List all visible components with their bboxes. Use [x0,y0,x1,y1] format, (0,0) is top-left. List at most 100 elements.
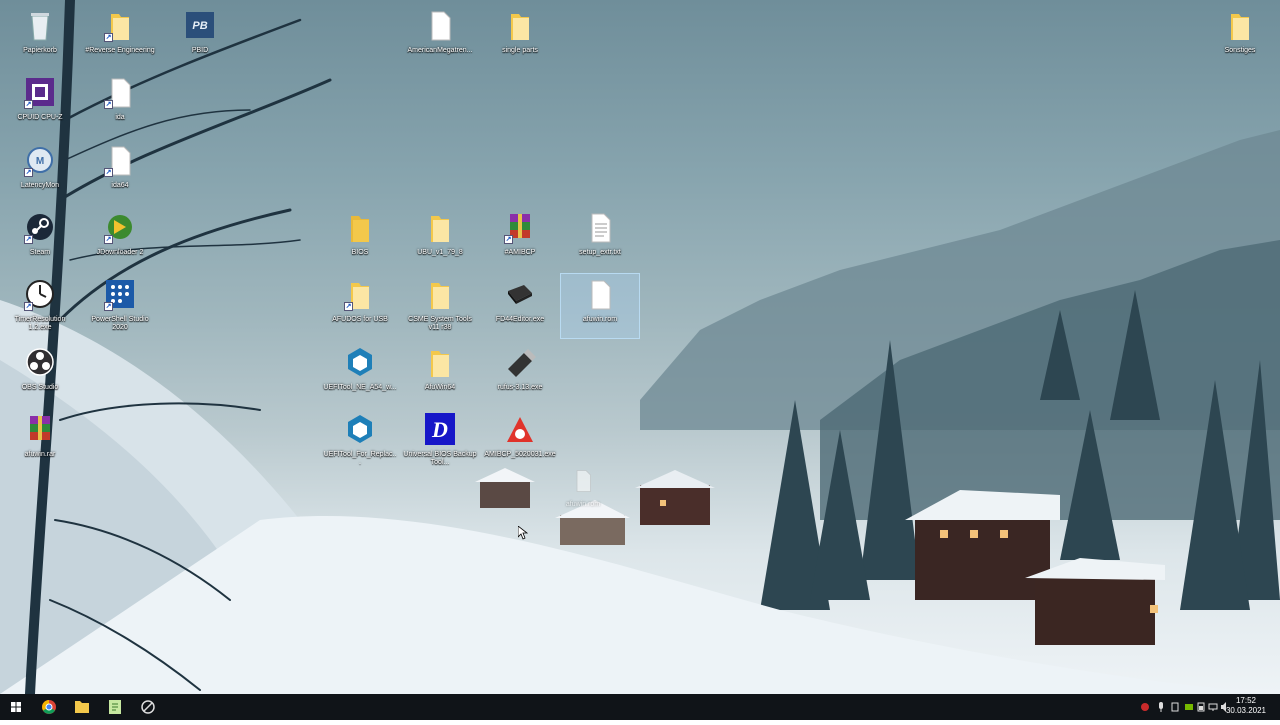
icon-label: JDownloader 2 [96,249,144,256]
file-icon [420,8,460,44]
icon-label: Steam [29,249,51,256]
desktop-icon-latencymon[interactable]: M ↗ LatencyMon [0,139,80,205]
uefitool-icon [340,412,380,448]
icon-label: PBID [191,47,209,54]
icon-label: afuwin.rar [24,451,56,458]
icon-label: AfuWin64 [424,384,456,391]
shortcut-arrow-icon: ↗ [104,168,113,177]
icon-label: UBU_v1_79_8 [417,249,463,256]
desktop-icon-powershell-studio[interactable]: ↗ PowerShell Studio 2020 [80,273,160,339]
svg-text:PB: PB [192,20,207,32]
desktop-icon-steam[interactable]: ↗ Steam [0,206,80,272]
desktop-icon-amibcp[interactable]: ↗ #AMIBCP [480,206,560,272]
text-file-icon [580,210,620,246]
desktop-icon-pbid[interactable]: PB PBID [160,4,240,70]
folder-icon [340,210,380,246]
taskbar-app-button[interactable] [132,694,164,720]
desktop-icon-jdownloader[interactable]: ↗ JDownloader 2 [80,206,160,272]
amibcp-icon [500,412,540,448]
shortcut-arrow-icon: ↗ [344,302,353,311]
icon-label: FD44Editor.exe [495,316,545,323]
taskbar-clock[interactable]: 17:52 30.03.2021 [1226,696,1266,716]
clock-icon: ↗ [20,277,60,313]
shortcut-arrow-icon: ↗ [24,302,33,311]
shortcut-arrow-icon: ↗ [24,235,33,244]
universal-bios-icon: D [420,412,460,448]
taskbar-explorer-button[interactable] [66,694,98,720]
nvidia-icon[interactable] [1184,701,1194,713]
jdownloader-icon: ↗ [100,210,140,246]
desktop-icon-afudos[interactable]: ↗ AFUDOS for USB [320,273,400,339]
network-icon[interactable] [1208,701,1218,713]
desktop-icon-fd44editor[interactable]: FD44Editor.exe [480,273,560,339]
icon-label: setup_extr.txt [579,249,621,256]
desktop-icon-single-parts[interactable]: single parts [480,4,560,70]
desktop-icon-uefitool-ne[interactable]: UEFITool_NE_A54_w... [320,341,400,407]
desktop-icon-americanmegatrends[interactable]: AmericanMegatren... [400,4,480,70]
shortcut-arrow-icon: ↗ [504,235,513,244]
icon-label: rufus-3.13.exe [497,384,543,391]
folder-icon [420,277,460,313]
icon-label: AMIBCP_5020031.exe [484,451,556,458]
desktop-icon-sonstiges[interactable]: Sonstiges [1200,4,1280,70]
shortcut-arrow-icon: ↗ [104,302,113,311]
icon-label: CSME System Tools v11 r38 [408,316,472,331]
shortcut-arrow-icon: ↗ [24,168,33,177]
system-tray [1136,694,1228,720]
cpuz-app-icon: ↗ [20,75,60,111]
microphone-icon[interactable] [1156,701,1166,713]
icon-label: single parts [502,47,538,54]
battery-icon[interactable] [1196,701,1206,713]
desktop-icon-afuwin-rom[interactable]: afuwin.rom [560,273,640,339]
file-icon [576,470,591,492]
icon-label: #Reverse Engineering [85,47,155,54]
snowy-village-wallpaper [0,0,1280,694]
desktop-icon-obs[interactable]: OBS Studio [0,341,80,407]
folder-icon [420,345,460,381]
circle-app-icon [141,700,155,714]
desktop-icon-afuwin-rar[interactable]: afuwin.rar [0,408,80,474]
desktop-icon-reverse-engineering[interactable]: ↗ #Reverse Engineering [80,4,160,70]
icon-label: PowerShell Studio 2020 [91,316,149,331]
icon-label: Sonstiges [1224,47,1256,54]
folder-icon [75,701,89,713]
desktop-icon-bios[interactable]: BIOS [320,206,400,272]
icon-label: ida64 [111,182,129,189]
desktop-icon-ubu[interactable]: UBU_v1_79_8 [400,206,480,272]
usb-icon[interactable] [1170,701,1180,713]
desktop[interactable]: Papierkorb ↗ #Reverse Engineering PB PBI… [0,0,1280,694]
desktop-icon-ida[interactable]: ↗ ida [80,71,160,137]
steam-icon: ↗ [20,210,60,246]
desktop-icon-amibcp5[interactable]: AMIBCP_5020031.exe [480,408,560,474]
antivirus-icon[interactable] [1140,701,1150,713]
icon-label: AFUDOS for USB [332,316,388,323]
desktop-icon-rufus[interactable]: rufus-3.13.exe [480,341,560,407]
shortcut-arrow-icon: ↗ [104,100,113,109]
start-button[interactable] [0,694,32,720]
taskbar-notepadpp-button[interactable] [99,694,131,720]
desktop-icon-universal-bios[interactable]: D Universal BIOS Backup Tool... [400,408,480,474]
taskbar-chrome-button[interactable] [33,694,65,720]
file-icon: ↗ [100,75,140,111]
icon-label: CPUID CPU-Z [17,114,63,121]
desktop-icon-afuwin64[interactable]: AfuWin64 [400,341,480,407]
shortcut-arrow-icon: ↗ [104,235,113,244]
windows-icon [11,702,21,712]
icon-label: Papierkorb [23,47,57,54]
desktop-icon-uefitool-replace[interactable]: UEFITool_For_Replac... [320,408,400,474]
icon-label: Universal BIOS Backup Tool... [403,451,477,466]
file-icon: ↗ [100,143,140,179]
desktop-icon-setup-extr[interactable]: setup_extr.txt [560,206,640,272]
desktop-icon-ida64[interactable]: ↗ ida64 [80,139,160,205]
desktop-icon-cpuz[interactable]: ↗ CPUID CPU-Z [0,71,80,137]
uefitool-icon [340,345,380,381]
mouse-cursor-icon [518,526,528,540]
desktop-icon-papierkorb[interactable]: Papierkorb [0,4,80,70]
folder-icon: ↗ [100,8,140,44]
desktop-icon-timerresolution[interactable]: ↗ TimerResolution 1.2.exe [0,273,80,339]
file-icon [580,277,620,313]
latencymon-app-icon: M ↗ [20,143,60,179]
svg-text:D: D [431,417,448,442]
desktop-icon-csme[interactable]: CSME System Tools v11 r38 [400,273,480,339]
shortcut-arrow-icon: ↗ [104,33,113,42]
